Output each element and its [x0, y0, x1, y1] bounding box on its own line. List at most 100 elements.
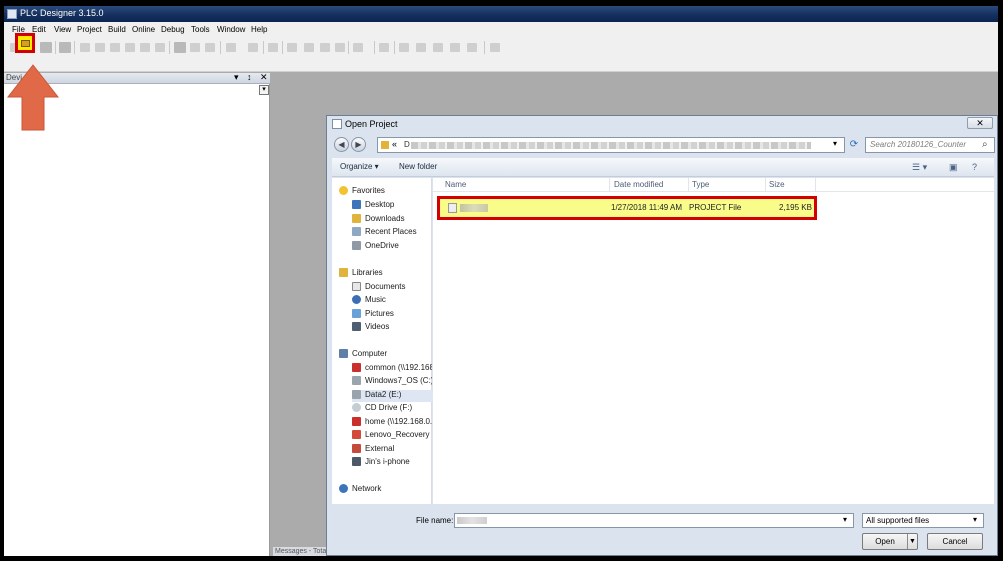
column-divider[interactable] [765, 178, 766, 192]
redo-icon[interactable] [95, 43, 105, 52]
start-icon[interactable] [320, 43, 330, 52]
file-size: 2,195 KB [779, 203, 812, 212]
nav-lenovo-recovery-label: Lenovo_Recovery (Q [365, 430, 432, 439]
step-over-icon[interactable] [399, 43, 409, 52]
breadcrumb-overflow[interactable]: « [392, 139, 397, 149]
nav-home-drive[interactable]: home (\\192.168.0.6 [352, 417, 432, 429]
pane-menu-icon[interactable]: ▾ [234, 72, 239, 83]
toolbar-separator [374, 41, 375, 54]
write-values-icon[interactable] [490, 43, 500, 52]
nav-computer[interactable]: Computer [339, 349, 431, 361]
column-size[interactable]: Size [769, 180, 785, 189]
column-divider[interactable] [815, 178, 816, 192]
print-icon[interactable] [59, 42, 71, 53]
find-replace-icon[interactable] [205, 43, 215, 52]
find-icon[interactable] [174, 42, 186, 53]
nav-onedrive[interactable]: OneDrive [352, 241, 432, 253]
file-name-input[interactable]: ▾ [454, 513, 854, 528]
menu-build[interactable]: Build [108, 25, 126, 34]
close-icon[interactable]: ✕ [260, 72, 268, 83]
project-file-row[interactable]: 1/27/2018 11:49 AM PROJECT File 2,195 KB [437, 196, 817, 220]
undo-icon[interactable] [80, 43, 90, 52]
step-into-icon[interactable] [416, 43, 426, 52]
open-project-toolbar-button[interactable] [15, 33, 35, 53]
file-type-filter[interactable]: All supported files ▾ [862, 513, 984, 528]
column-name[interactable]: Name [445, 180, 466, 189]
menu-project[interactable]: Project [77, 25, 102, 34]
back-button[interactable]: ◀ [334, 137, 349, 152]
open-button[interactable]: Open ▼ [862, 533, 918, 550]
open-options-icon[interactable]: ▼ [909, 534, 916, 549]
filter-dropdown-icon[interactable]: ▾ [973, 515, 977, 524]
dialog-title-bar: Open Project ✕ [327, 116, 997, 132]
nav-lenovo-recovery[interactable]: Lenovo_Recovery (Q [352, 430, 432, 442]
menu-debug[interactable]: Debug [161, 25, 185, 34]
help-icon[interactable]: ? [972, 162, 977, 172]
dialog-close-button[interactable]: ✕ [967, 117, 993, 129]
devices-pane: Devi ▾ ↕ ✕ ▾ [4, 72, 270, 556]
toolbar-separator [484, 41, 485, 54]
show-next-statement-icon[interactable] [467, 43, 477, 52]
address-dropdown-icon[interactable]: ▾ [833, 139, 837, 148]
nav-network[interactable]: Network [339, 484, 431, 496]
nav-common-drive[interactable]: common (\\192.168 [352, 363, 432, 375]
forward-button[interactable]: ▶ [351, 137, 366, 152]
nav-videos[interactable]: Videos [352, 322, 432, 334]
cut-icon[interactable] [110, 43, 120, 52]
menu-tools[interactable]: Tools [191, 25, 210, 34]
search-icon[interactable]: ⌕ [982, 139, 988, 150]
organize-button[interactable]: Organize ▾ [340, 162, 379, 171]
column-divider[interactable] [688, 178, 689, 192]
nav-documents[interactable]: Documents [352, 282, 432, 294]
add-object-icon[interactable] [226, 43, 236, 52]
menu-online[interactable]: Online [132, 25, 155, 34]
save-icon[interactable] [40, 42, 52, 53]
nav-windows7-drive[interactable]: Windows7_OS (C:) [352, 376, 432, 388]
properties-icon[interactable] [248, 43, 258, 52]
file-name-dropdown-icon[interactable]: ▾ [843, 515, 847, 524]
nav-downloads[interactable]: Downloads [352, 214, 432, 226]
nav-common-drive-label: common (\\192.168 [365, 363, 432, 372]
cancel-button[interactable]: Cancel [927, 533, 983, 550]
column-divider[interactable] [609, 178, 610, 192]
login-icon[interactable] [287, 43, 297, 52]
nav-cd-drive[interactable]: CD Drive (F:) [352, 403, 432, 415]
preview-pane-icon[interactable]: ▣ [949, 162, 958, 173]
nav-recent-places-label: Recent Places [365, 227, 417, 236]
view-options-icon[interactable]: ☰ ▾ [912, 162, 927, 173]
stop-icon[interactable] [335, 43, 345, 52]
new-folder-button[interactable]: New folder [399, 162, 437, 171]
copy-icon[interactable] [125, 43, 135, 52]
column-type[interactable]: Type [692, 180, 709, 189]
menu-help[interactable]: Help [251, 25, 267, 34]
menu-view[interactable]: View [54, 25, 71, 34]
nav-desktop[interactable]: Desktop [352, 200, 432, 212]
dialog-footer: File name: ▾ All supported files ▾ Open … [327, 506, 997, 555]
breakpoint-icon[interactable] [379, 43, 389, 52]
paste-icon[interactable] [140, 43, 150, 52]
nav-pictures[interactable]: Pictures [352, 309, 432, 321]
refresh-icon[interactable]: ⟳ [847, 137, 861, 153]
reset-icon[interactable] [353, 43, 363, 52]
nav-computer-label: Computer [352, 349, 388, 358]
pane-dropdown-button[interactable]: ▾ [259, 85, 269, 95]
build-icon[interactable] [268, 43, 278, 52]
run-to-cursor-icon[interactable] [450, 43, 460, 52]
find-next-icon[interactable] [190, 43, 200, 52]
delete-icon[interactable] [155, 43, 165, 52]
search-box[interactable]: Search 20180126_Counter ⌕ [865, 137, 995, 153]
nav-recent-places[interactable]: Recent Places [352, 227, 432, 239]
nav-libraries[interactable]: Libraries [339, 268, 431, 280]
logout-icon[interactable] [304, 43, 314, 52]
nav-iphone[interactable]: Jin's i-phone [352, 457, 432, 469]
nav-music[interactable]: Music [352, 295, 432, 307]
pin-icon[interactable]: ↕ [247, 72, 252, 82]
menu-window[interactable]: Window [217, 25, 245, 34]
nav-external[interactable]: External [352, 444, 432, 456]
column-date-modified[interactable]: Date modified [614, 180, 663, 189]
recovery-drive-icon [352, 430, 361, 439]
nav-data2-drive[interactable]: Data2 (E:) [352, 390, 442, 402]
nav-favorites[interactable]: Favorites [339, 186, 431, 198]
address-bar[interactable]: « D ▾ [377, 137, 845, 153]
step-out-icon[interactable] [433, 43, 443, 52]
